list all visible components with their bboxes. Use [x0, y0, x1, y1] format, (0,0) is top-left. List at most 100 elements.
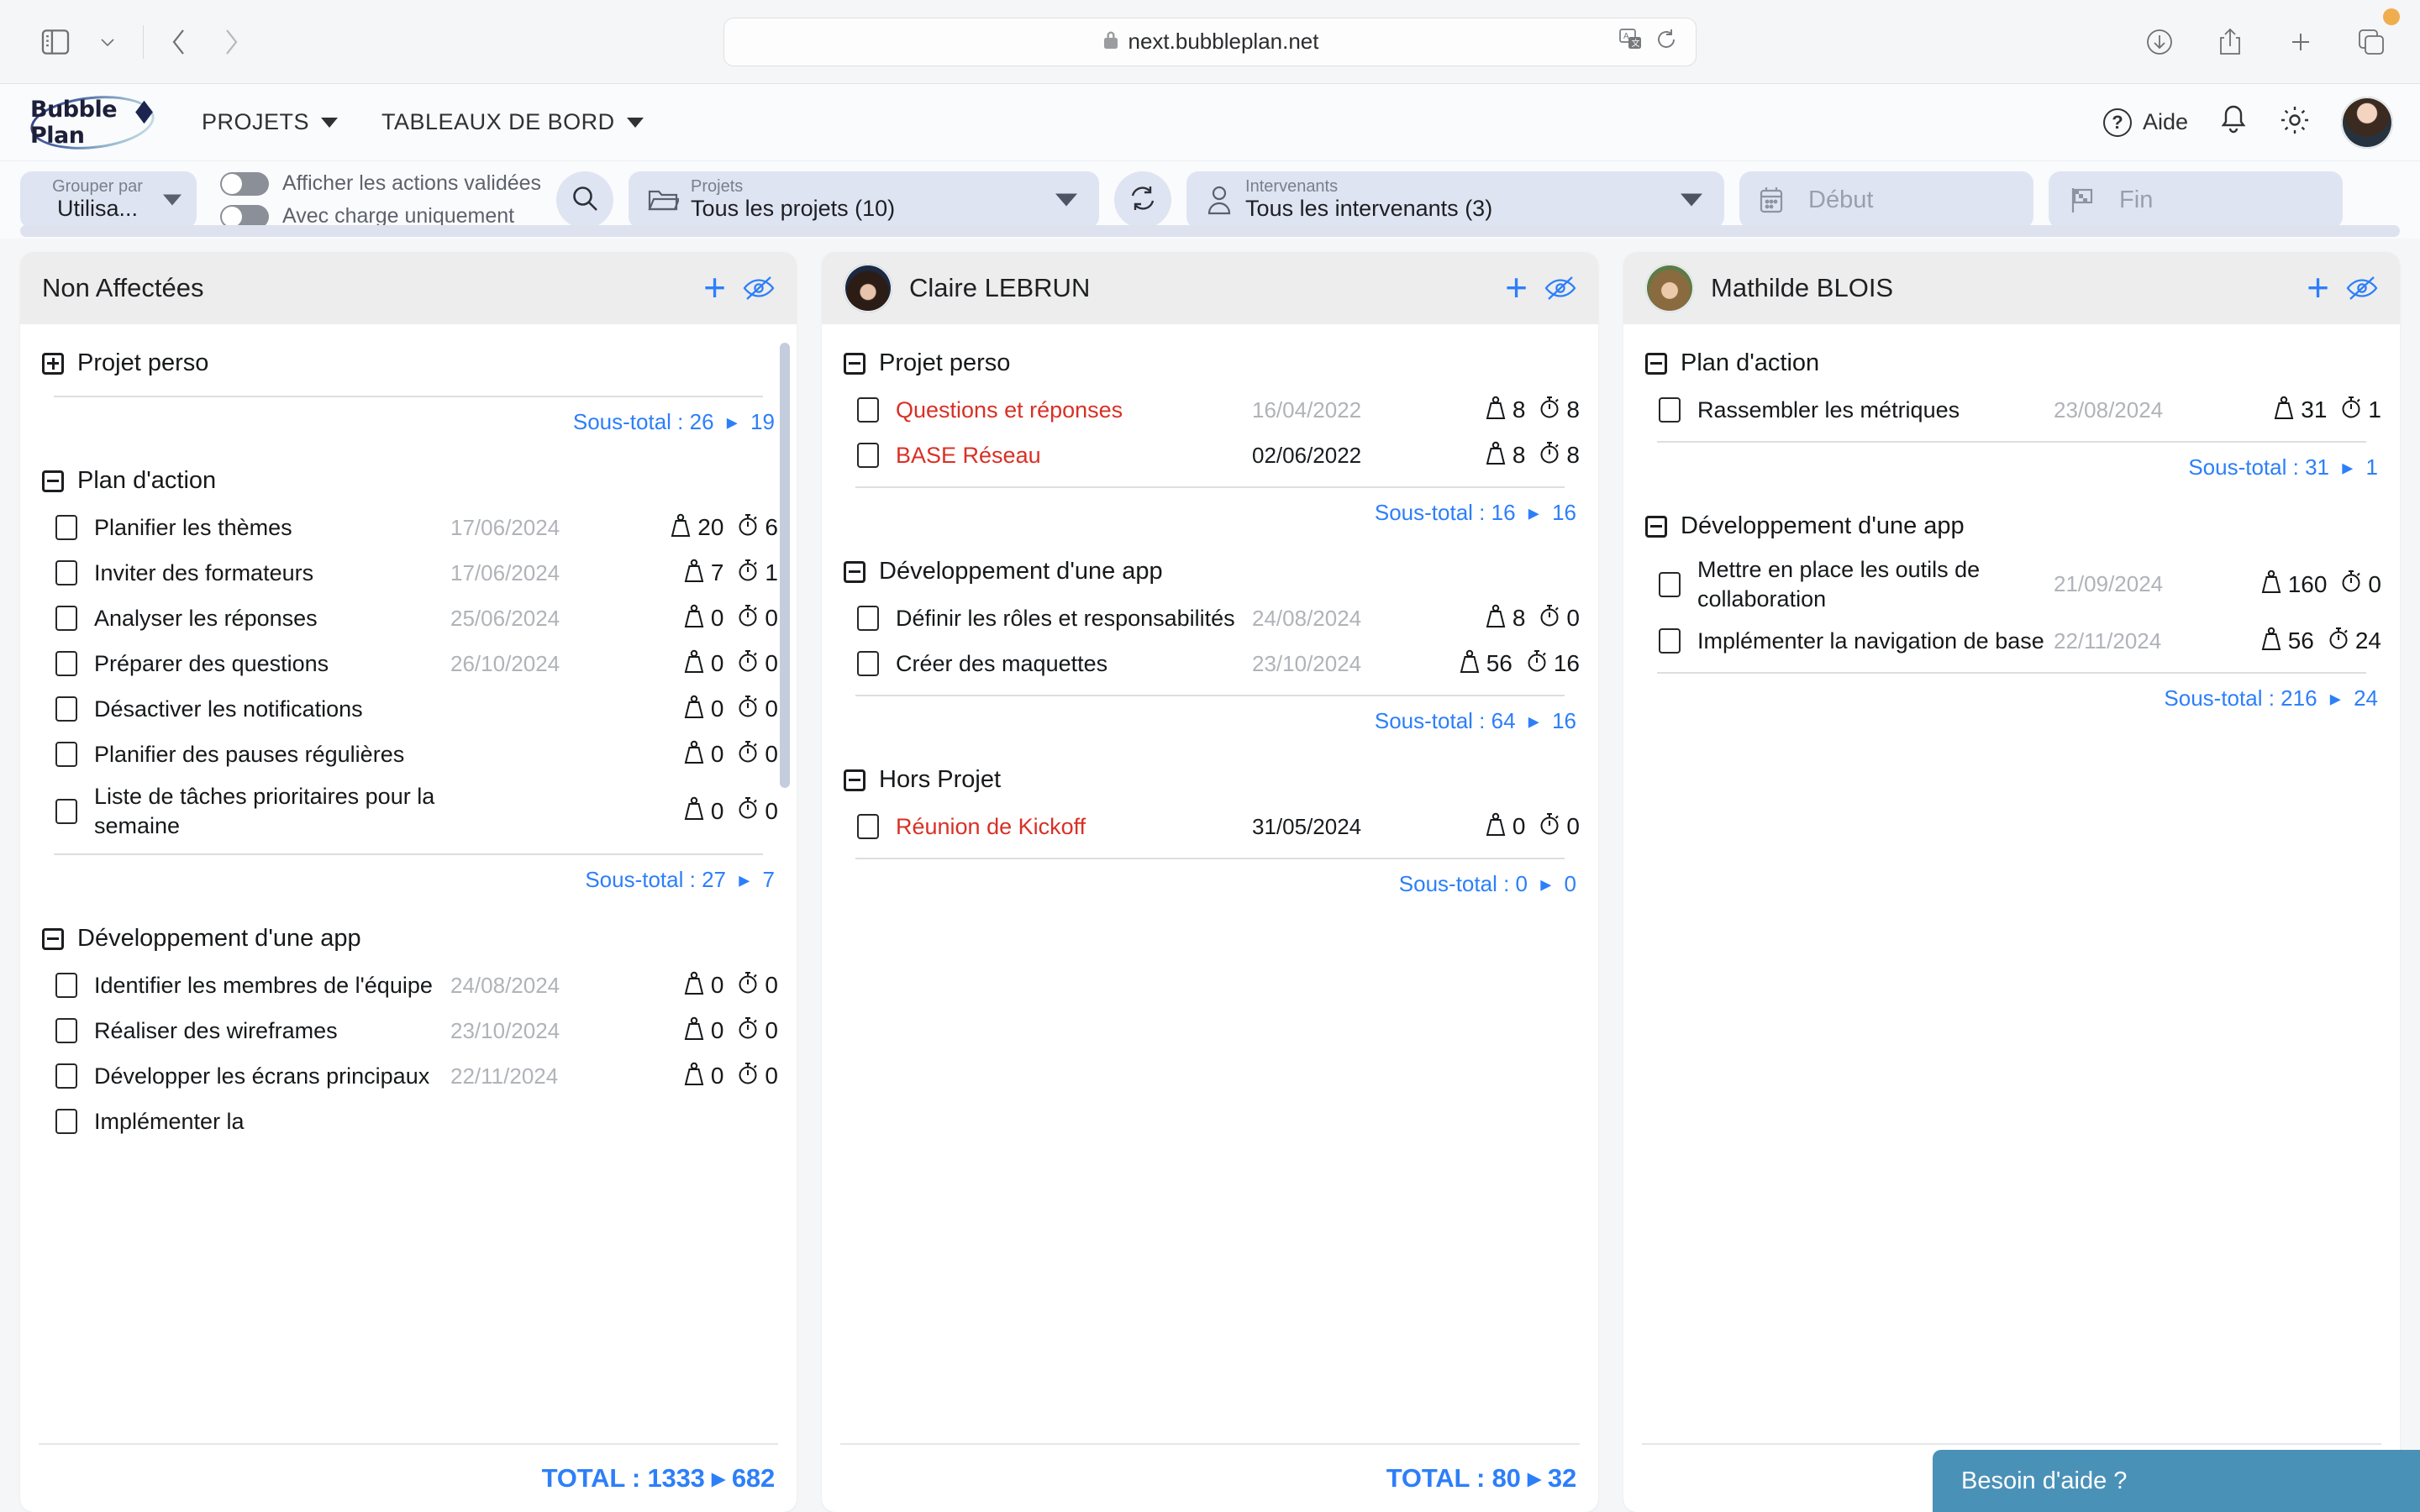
arrow-right-icon: ▸ [712, 1463, 725, 1493]
collapse-icon[interactable] [844, 769, 865, 791]
task-checkbox[interactable] [1659, 571, 1681, 597]
refresh-button[interactable] [1114, 171, 1172, 228]
task-checkbox[interactable] [1659, 628, 1681, 654]
task-checkbox[interactable] [55, 798, 77, 824]
nav-projets[interactable]: PROJETS [180, 84, 360, 160]
intervenants-filter[interactable]: Intervenants Tous les intervenants (3) [1186, 171, 1725, 228]
nav-tableaux-de-bord[interactable]: TABLEAUX DE BORD [360, 84, 666, 160]
chevron-down-icon[interactable] [84, 18, 131, 66]
task-checkbox[interactable] [857, 606, 879, 631]
bubble-plan-logo[interactable]: Bubble Plan [28, 89, 157, 155]
projects-filter[interactable]: Projets Tous les projets (10) [629, 171, 1100, 228]
add-task-button[interactable]: + [703, 269, 726, 307]
task-row[interactable]: Analyser les réponses 25/06/2024 0 0 [39, 596, 778, 641]
help-link[interactable]: ? Aide [2102, 108, 2188, 137]
board-column: Claire LEBRUN + Projet perso Questions et… [822, 252, 1598, 1512]
task-checkbox[interactable] [55, 973, 77, 999]
eye-off-icon[interactable] [743, 276, 775, 301]
task-checkbox[interactable] [55, 651, 77, 676]
toggle-show-validated[interactable]: Afficher les actions validées [220, 171, 541, 196]
horizontal-scrollbar[interactable] [20, 225, 2400, 237]
user-avatar[interactable] [2341, 96, 2393, 149]
task-checkbox[interactable] [55, 1063, 77, 1089]
expand-icon[interactable] [42, 352, 64, 375]
group-header[interactable]: Développement d'une app [39, 915, 778, 963]
collapse-icon[interactable] [844, 560, 865, 583]
eye-off-icon[interactable] [1544, 276, 1576, 301]
task-row[interactable]: Implémenter la navigation de base 22/11/… [1642, 618, 2381, 664]
task-row[interactable]: Définir les rôles et responsabilités 24/… [840, 596, 1580, 641]
sidebar-toggle-icon[interactable] [32, 18, 79, 66]
task-checkbox[interactable] [857, 651, 879, 676]
group-header[interactable]: Projet perso [39, 339, 778, 387]
task-row[interactable]: Identifier les membres de l'équipe 24/08… [39, 963, 778, 1008]
share-icon[interactable] [2207, 18, 2254, 66]
task-row[interactable]: Planifier des pauses régulières 0 0 [39, 732, 778, 777]
task-charge: 7 [683, 558, 723, 589]
collapse-icon[interactable] [1645, 515, 1667, 538]
task-checkbox[interactable] [55, 606, 77, 631]
task-row[interactable]: Développer les écrans principaux 22/11/2… [39, 1053, 778, 1099]
download-icon[interactable] [2136, 18, 2183, 66]
total-charge: 80 [1491, 1463, 1521, 1493]
lock-icon [1102, 29, 1120, 55]
task-checkbox[interactable] [857, 443, 879, 468]
translate-icon[interactable]: A 文 [1618, 28, 1644, 55]
group-header[interactable]: Projet perso [840, 339, 1580, 387]
group-header[interactable]: Plan d'action [1642, 339, 2381, 387]
column-scrollbar[interactable] [780, 343, 790, 788]
add-task-button[interactable]: + [2307, 269, 2329, 307]
eye-off-icon[interactable] [2346, 276, 2378, 301]
search-button[interactable] [556, 171, 614, 228]
url-bar[interactable]: next.bubbleplan.net A 文 [723, 17, 1697, 66]
collapse-icon[interactable] [42, 927, 64, 950]
chevron-down-icon [1055, 193, 1078, 207]
task-metrics: 56 24 [2222, 626, 2381, 657]
task-checkbox[interactable] [1659, 397, 1681, 423]
collapse-icon[interactable] [844, 352, 865, 375]
reload-icon[interactable] [1655, 28, 1677, 55]
group-header[interactable]: Développement d'une app [840, 548, 1580, 596]
group-header[interactable]: Plan d'action [39, 457, 778, 505]
task-row[interactable]: BASE Réseau 02/06/2022 8 8 [840, 433, 1580, 478]
task-row[interactable]: Créer des maquettes 23/10/2024 56 16 [840, 641, 1580, 686]
task-row[interactable]: Implémenter la [39, 1099, 778, 1144]
task-row[interactable]: Réaliser des wireframes 23/10/2024 0 0 [39, 1008, 778, 1053]
task-checkbox[interactable] [857, 814, 879, 839]
gear-icon[interactable] [2279, 104, 2311, 140]
task-row[interactable]: Mettre en place les outils de collaborat… [1642, 550, 2381, 618]
new-tab-plus-icon[interactable] [2277, 18, 2324, 66]
group-header[interactable]: Hors Projet [840, 756, 1580, 804]
group-header[interactable]: Développement d'une app [1642, 502, 2381, 550]
task-row[interactable]: Désactiver les notifications 0 0 [39, 686, 778, 732]
back-arrow-icon[interactable] [155, 18, 203, 66]
task-checkbox[interactable] [55, 1109, 77, 1135]
forward-arrow-icon[interactable] [208, 18, 255, 66]
help-widget[interactable]: Besoin d'aide ? [1933, 1450, 2420, 1512]
task-checkbox[interactable] [55, 515, 77, 540]
task-metrics: 0 0 [618, 1016, 778, 1047]
end-date-filter[interactable]: Fin [2049, 171, 2344, 228]
task-checkbox[interactable] [857, 397, 879, 423]
task-row[interactable]: Questions et réponses 16/04/2022 8 8 [840, 387, 1580, 433]
toggle-switch[interactable] [220, 171, 269, 196]
task-checkbox[interactable] [55, 560, 77, 585]
task-row[interactable]: Rassembler les métriques 23/08/2024 31 1 [1642, 387, 2381, 433]
task-row[interactable]: Liste de tâches prioritaires pour la sem… [39, 777, 778, 845]
task-checkbox[interactable] [55, 742, 77, 767]
task-row[interactable]: Planifier les thèmes 17/06/2024 20 6 [39, 505, 778, 550]
task-date: 17/06/2024 [450, 559, 560, 585]
collapse-icon[interactable] [42, 470, 64, 492]
task-row[interactable]: Réunion de Kickoff 31/05/2024 0 0 [840, 804, 1580, 849]
task-row[interactable]: Inviter des formateurs 17/06/2024 7 1 [39, 550, 778, 596]
task-row[interactable]: Préparer des questions 26/10/2024 0 0 [39, 641, 778, 686]
tabs-overview-icon[interactable] [2348, 18, 2395, 66]
total-time: 32 [1547, 1463, 1576, 1493]
group-by-select[interactable]: Grouper par Utilisa... [20, 171, 197, 228]
add-task-button[interactable]: + [1505, 269, 1528, 307]
task-checkbox[interactable] [55, 696, 77, 722]
bell-icon[interactable] [2218, 103, 2249, 141]
start-date-filter[interactable]: Début [1739, 171, 2034, 228]
task-checkbox[interactable] [55, 1018, 77, 1044]
collapse-icon[interactable] [1645, 352, 1667, 375]
